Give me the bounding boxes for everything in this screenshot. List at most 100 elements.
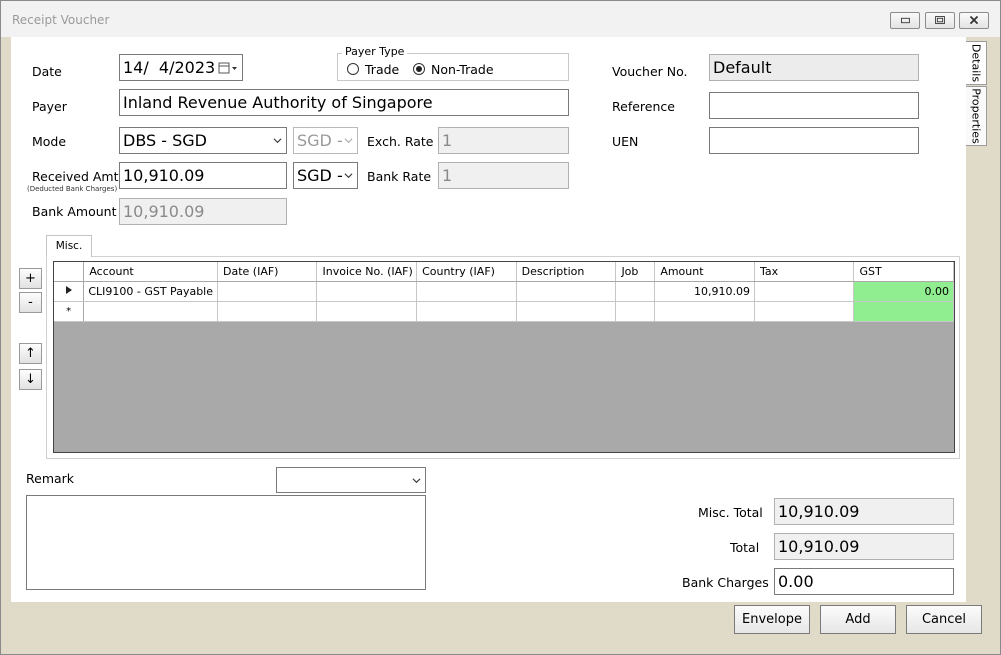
col-amount[interactable]: Amount [654, 262, 756, 282]
chevron-down-icon [344, 138, 353, 144]
tab-misc[interactable]: Misc. [46, 235, 92, 257]
title-bar: Receipt Voucher [1, 1, 1000, 37]
payer-label: Payer [32, 99, 67, 114]
move-down-button[interactable]: ↓ [19, 369, 42, 390]
cell-country-iaf[interactable] [416, 281, 517, 302]
close-button[interactable] [959, 12, 989, 29]
reference-label: Reference [612, 99, 675, 114]
row-header-corner [54, 262, 85, 282]
cell-account[interactable] [83, 301, 218, 322]
col-account[interactable]: Account [83, 262, 218, 282]
exch-rate-field[interactable]: 1 [438, 127, 569, 154]
cell-date-iaf[interactable] [217, 281, 318, 302]
col-country-iaf[interactable]: Country (IAF) [416, 262, 517, 282]
mode-value: DBS - SGD [123, 131, 207, 150]
date-value: 14/ 4/2023 [123, 58, 216, 77]
move-up-button[interactable]: ↑ [19, 343, 42, 364]
misc-grid: Account Date (IAF) Invoice No. (IAF) Cou… [53, 261, 955, 453]
cell-amount[interactable] [654, 301, 756, 322]
date-label: Date [32, 64, 62, 79]
remark-textarea[interactable] [26, 495, 426, 590]
window-title: Receipt Voucher [12, 13, 110, 27]
side-tab-strip: Details Properties [966, 37, 1000, 602]
maximize-icon [935, 16, 945, 25]
chevron-down-icon [273, 138, 282, 144]
total-field[interactable]: 10,910.09 [774, 533, 954, 560]
cell-description[interactable] [516, 281, 617, 302]
add-button[interactable]: Add [820, 605, 896, 634]
uen-field[interactable] [709, 127, 919, 154]
table-row[interactable]: * [54, 301, 954, 322]
cell-invoice-no-iaf[interactable] [316, 281, 418, 302]
bank-amount-field[interactable]: 10,910.09 [119, 198, 287, 225]
mode-currency-value: SGD - [297, 131, 343, 150]
col-gst[interactable]: GST [853, 262, 954, 282]
tab-properties[interactable]: Properties [966, 86, 987, 146]
received-currency-value: SGD - [297, 166, 343, 185]
radio-non-trade[interactable] [413, 63, 425, 75]
remark-label: Remark [26, 471, 75, 486]
col-tax[interactable]: Tax [754, 262, 855, 282]
col-job[interactable]: Job [615, 262, 656, 282]
voucher-no-field[interactable]: Default [709, 54, 919, 81]
close-icon [969, 15, 979, 25]
tab-details-label: Details [969, 43, 983, 83]
minimize-button[interactable] [890, 12, 920, 29]
date-picker[interactable]: 14/ 4/2023 [119, 54, 243, 81]
envelope-button[interactable]: Envelope [734, 605, 810, 634]
col-invoice-no-iaf[interactable]: Invoice No. (IAF) [316, 262, 418, 282]
mode-currency-dropdown[interactable]: SGD - [293, 127, 358, 154]
misc-total-label: Misc. Total [698, 505, 763, 520]
radio-trade-label: Trade [365, 62, 400, 77]
chevron-down-icon [344, 173, 353, 179]
bank-charges-field[interactable]: 0.00 [774, 568, 954, 595]
calendar-icon [218, 62, 237, 74]
table-row[interactable]: CLI9100 - GST Payable 10,910.09 0.00 [54, 281, 954, 302]
tab-details[interactable]: Details [966, 41, 987, 85]
radio-non-trade-label: Non-Trade [431, 62, 494, 77]
cell-invoice-no-iaf[interactable] [316, 301, 418, 322]
mode-dropdown[interactable]: DBS - SGD [119, 127, 287, 154]
col-description[interactable]: Description [516, 262, 617, 282]
row-selector-icon[interactable] [54, 281, 85, 302]
cell-gst[interactable] [853, 301, 954, 322]
col-date-iaf[interactable]: Date (IAF) [217, 262, 318, 282]
received-amt-field[interactable]: 10,910.09 [119, 162, 287, 189]
add-row-button[interactable]: + [19, 268, 42, 289]
reference-field[interactable] [709, 92, 919, 119]
remove-row-button[interactable]: - [19, 292, 42, 313]
bank-rate-field[interactable]: 1 [438, 162, 569, 189]
uen-label: UEN [612, 134, 639, 149]
cell-country-iaf[interactable] [416, 301, 517, 322]
misc-table: Account Date (IAF) Invoice No. (IAF) Cou… [54, 262, 954, 322]
received-currency-dropdown[interactable]: SGD - [293, 162, 358, 189]
misc-total-field[interactable]: 10,910.09 [774, 498, 954, 525]
cell-job[interactable] [615, 281, 656, 302]
payer-field[interactable]: Inland Revenue Authority of Singapore [119, 89, 569, 116]
bank-amount-label: Bank Amount [32, 204, 117, 219]
cancel-button[interactable]: Cancel [906, 605, 982, 634]
remark-dropdown[interactable] [276, 467, 426, 493]
maximize-button[interactable] [925, 12, 955, 29]
cell-tax[interactable] [754, 281, 855, 302]
bank-rate-label: Bank Rate [367, 169, 432, 184]
cell-date-iaf[interactable] [217, 301, 318, 322]
cell-account[interactable]: CLI9100 - GST Payable [83, 281, 218, 302]
chevron-down-icon [412, 478, 421, 484]
cell-tax[interactable] [754, 301, 855, 322]
payer-type-title: Payer Type [342, 45, 408, 58]
grid-header-row: Account Date (IAF) Invoice No. (IAF) Cou… [54, 262, 954, 282]
bank-charges-label: Bank Charges [682, 575, 769, 590]
radio-trade[interactable] [347, 63, 359, 75]
exch-rate-label: Exch. Rate [367, 134, 434, 149]
cell-job[interactable] [615, 301, 656, 322]
received-amt-note: (Deducted Bank Charges) [27, 185, 118, 193]
cell-description[interactable] [516, 301, 617, 322]
cell-amount[interactable]: 10,910.09 [654, 281, 756, 302]
total-label: Total [730, 540, 760, 555]
received-amt-label: Received Amt [32, 169, 119, 184]
cell-gst[interactable]: 0.00 [853, 281, 954, 302]
mode-label: Mode [32, 134, 67, 149]
tab-properties-label: Properties [969, 88, 983, 144]
voucher-no-label: Voucher No. [612, 64, 688, 79]
